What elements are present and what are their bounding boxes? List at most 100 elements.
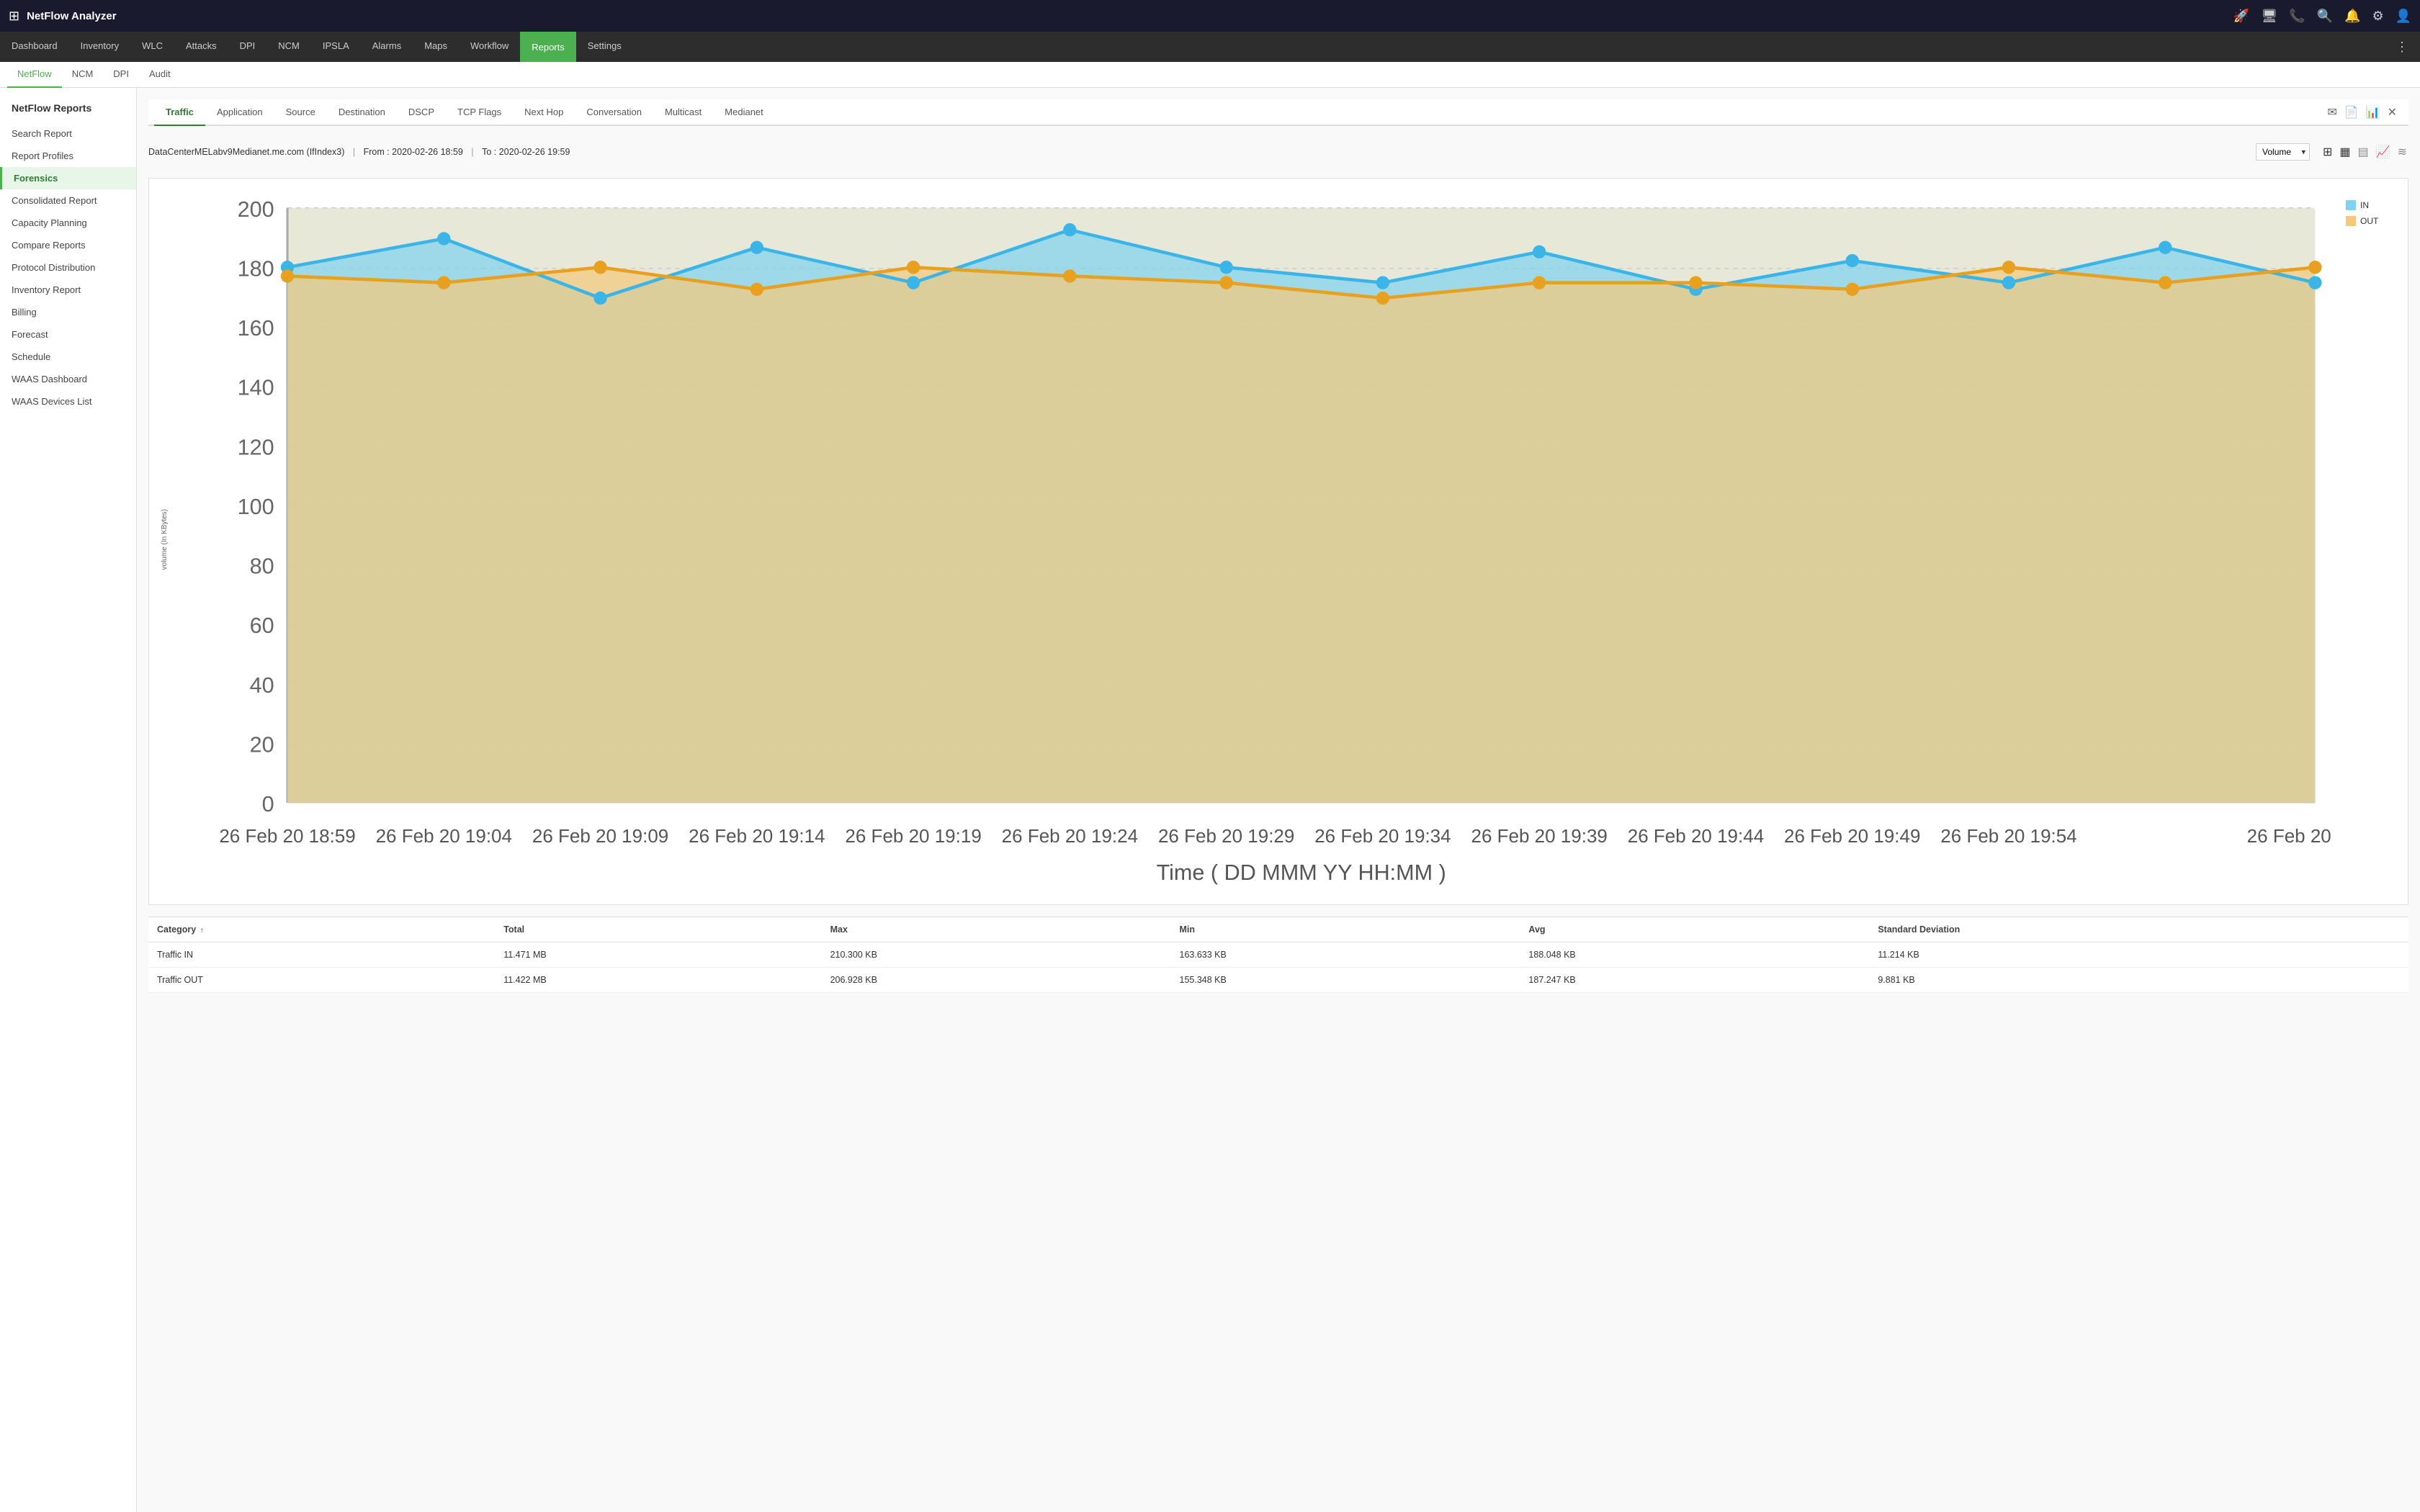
rocket-icon[interactable]: 🚀 bbox=[2233, 9, 2249, 24]
svg-text:26 Feb 20 19:19: 26 Feb 20 19:19 bbox=[845, 825, 981, 847]
tab-dscp[interactable]: DSCP bbox=[397, 99, 446, 126]
phone-icon[interactable]: 📞 bbox=[2289, 9, 2305, 24]
table-icon[interactable]: ⊞ bbox=[2321, 143, 2334, 161]
device-name: DataCenterMELabv9Medianet.me.com (IfInde… bbox=[148, 147, 344, 157]
svg-text:26 Feb 20 19:29: 26 Feb 20 19:29 bbox=[1158, 825, 1294, 847]
volume-wrapper: Volume Speed bbox=[2256, 143, 2310, 161]
cell-avg-2: 187.247 KB bbox=[1520, 968, 1869, 993]
cell-min-1: 163.633 KB bbox=[1171, 942, 1520, 968]
sidebar-item-protocol-distribution[interactable]: Protocol Distribution bbox=[0, 256, 136, 279]
sidebar-item-billing[interactable]: Billing bbox=[0, 301, 136, 323]
chart-svg: 200 180 160 140 120 100 80 60 40 20 0 bbox=[177, 186, 2337, 891]
sidebar-item-compare-reports[interactable]: Compare Reports bbox=[0, 234, 136, 256]
nav-workflow[interactable]: Workflow bbox=[459, 32, 520, 62]
svg-text:180: 180 bbox=[238, 256, 274, 281]
user-icon[interactable]: 👤 bbox=[2396, 9, 2411, 24]
nav-maps[interactable]: Maps bbox=[413, 32, 459, 62]
settings-icon[interactable]: ⚙ bbox=[2372, 9, 2383, 24]
close-icon[interactable]: ✕ bbox=[2388, 105, 2397, 120]
nav-settings[interactable]: Settings bbox=[576, 32, 633, 62]
tab-source[interactable]: Source bbox=[274, 99, 327, 126]
line-chart-icon[interactable]: 📈 bbox=[2375, 143, 2392, 161]
sub-audit[interactable]: Audit bbox=[139, 62, 181, 88]
nav-dashboard[interactable]: Dashboard bbox=[0, 32, 69, 62]
sidebar-title: NetFlow Reports bbox=[0, 98, 136, 122]
svg-text:26 Feb 20 18:59: 26 Feb 20 18:59 bbox=[219, 825, 355, 847]
tab-next-hop[interactable]: Next Hop bbox=[513, 99, 575, 126]
cell-total-1: 11.471 MB bbox=[495, 942, 821, 968]
sidebar-item-forecast[interactable]: Forecast bbox=[0, 323, 136, 346]
table-row: Traffic OUT 11.422 MB 206.928 KB 155.348… bbox=[148, 968, 2408, 993]
cell-category-2: Traffic OUT bbox=[148, 968, 495, 993]
tab-destination[interactable]: Destination bbox=[327, 99, 397, 126]
bell-icon[interactable]: 🔔 bbox=[2344, 9, 2360, 24]
sub-netflow[interactable]: NetFlow bbox=[7, 62, 62, 88]
email-icon[interactable]: ✉ bbox=[2327, 105, 2336, 120]
sidebar-item-inventory-report[interactable]: Inventory Report bbox=[0, 279, 136, 301]
legend-in-color bbox=[2346, 200, 2356, 210]
search-icon[interactable]: 🔍 bbox=[2317, 9, 2333, 24]
col-header-avg[interactable]: Avg bbox=[1520, 917, 1869, 942]
sort-icon-category: ↑ bbox=[200, 927, 204, 935]
sidebar-item-report-profiles[interactable]: Report Profiles bbox=[0, 145, 136, 167]
tab-traffic[interactable]: Traffic bbox=[154, 99, 205, 126]
svg-text:60: 60 bbox=[250, 613, 274, 638]
main-nav: Dashboard Inventory WLC Attacks DPI NCM … bbox=[0, 32, 2420, 62]
nav-more[interactable]: ⋮ bbox=[2384, 40, 2420, 55]
stacked-icon[interactable]: ≋ bbox=[2396, 143, 2408, 161]
sidebar-item-waas-devices-list[interactable]: WAAS Devices List bbox=[0, 390, 136, 413]
nav-attacks[interactable]: Attacks bbox=[174, 32, 228, 62]
tab-tcp-flags[interactable]: TCP Flags bbox=[446, 99, 513, 126]
area-chart-icon[interactable]: ▤ bbox=[2357, 143, 2370, 161]
col-header-total[interactable]: Total bbox=[495, 917, 821, 942]
separator2: | bbox=[471, 147, 476, 157]
nav-wlc[interactable]: WLC bbox=[130, 32, 174, 62]
svg-text:100: 100 bbox=[238, 495, 274, 519]
sidebar-item-schedule[interactable]: Schedule bbox=[0, 346, 136, 368]
col-header-category[interactable]: Category ↑ bbox=[148, 917, 495, 942]
nav-ipsla[interactable]: IPSLA bbox=[311, 32, 361, 62]
svg-text:26 Feb 20 19:09: 26 Feb 20 19:09 bbox=[532, 825, 668, 847]
legend-out: OUT bbox=[2346, 216, 2396, 226]
sub-nav: NetFlow NCM DPI Audit bbox=[0, 62, 2420, 88]
volume-select[interactable]: Volume Speed bbox=[2256, 143, 2310, 161]
data-table: Category ↑ Total Max Min Avg Standard De… bbox=[148, 917, 2408, 993]
nav-alarms[interactable]: Alarms bbox=[361, 32, 413, 62]
grid-icon[interactable]: ⊞ bbox=[9, 9, 19, 24]
sidebar-item-capacity-planning[interactable]: Capacity Planning bbox=[0, 212, 136, 234]
svg-text:20: 20 bbox=[250, 732, 274, 757]
sidebar-item-search-report[interactable]: Search Report bbox=[0, 122, 136, 145]
chart-type-icons: ⊞ ▦ ▤ 📈 ≋ bbox=[2321, 143, 2408, 161]
bar-chart-icon[interactable]: ▦ bbox=[2338, 143, 2352, 161]
sidebar-item-consolidated-report[interactable]: Consolidated Report bbox=[0, 189, 136, 212]
pdf-icon[interactable]: 📄 bbox=[2344, 105, 2359, 120]
svg-text:26 Feb 20 19:24: 26 Feb 20 19:24 bbox=[1002, 825, 1138, 847]
main-content: Traffic Application Source Destination D… bbox=[137, 88, 2420, 1512]
tab-multicast[interactable]: Multicast bbox=[653, 99, 713, 126]
col-header-max[interactable]: Max bbox=[822, 917, 1171, 942]
svg-text:26 Feb 20 19:59: 26 Feb 20 19:59 bbox=[2247, 825, 2337, 847]
content-tabs: Traffic Application Source Destination D… bbox=[148, 99, 2408, 126]
report-info: DataCenterMELabv9Medianet.me.com (IfInde… bbox=[148, 147, 570, 157]
tab-application[interactable]: Application bbox=[205, 99, 274, 126]
nav-reports[interactable]: Reports bbox=[520, 32, 576, 62]
nav-inventory[interactable]: Inventory bbox=[69, 32, 130, 62]
col-header-min[interactable]: Min bbox=[1171, 917, 1520, 942]
tab-conversation[interactable]: Conversation bbox=[575, 99, 653, 126]
report-header: DataCenterMELabv9Medianet.me.com (IfInde… bbox=[148, 138, 2408, 166]
sub-ncm[interactable]: NCM bbox=[62, 62, 104, 88]
svg-text:120: 120 bbox=[238, 435, 274, 459]
nav-dpi[interactable]: DPI bbox=[228, 32, 267, 62]
sub-dpi[interactable]: DPI bbox=[103, 62, 139, 88]
top-bar: ⊞ NetFlow Analyzer 🚀 🖥 📞 🔍 🔔 ⚙ 👤 bbox=[0, 0, 2420, 32]
tab-medianet[interactable]: Medianet bbox=[713, 99, 774, 126]
export-icon[interactable]: 📊 bbox=[2366, 105, 2380, 120]
nav-ncm[interactable]: NCM bbox=[266, 32, 311, 62]
sidebar-item-forensics[interactable]: Forensics bbox=[0, 167, 136, 189]
cell-max-2: 206.928 KB bbox=[822, 968, 1171, 993]
col-header-std-dev[interactable]: Standard Deviation bbox=[1869, 917, 2408, 942]
svg-text:140: 140 bbox=[238, 376, 274, 400]
monitor-icon[interactable]: 🖥 bbox=[2261, 9, 2277, 24]
cell-min-2: 155.348 KB bbox=[1171, 968, 1520, 993]
sidebar-item-waas-dashboard[interactable]: WAAS Dashboard bbox=[0, 368, 136, 390]
